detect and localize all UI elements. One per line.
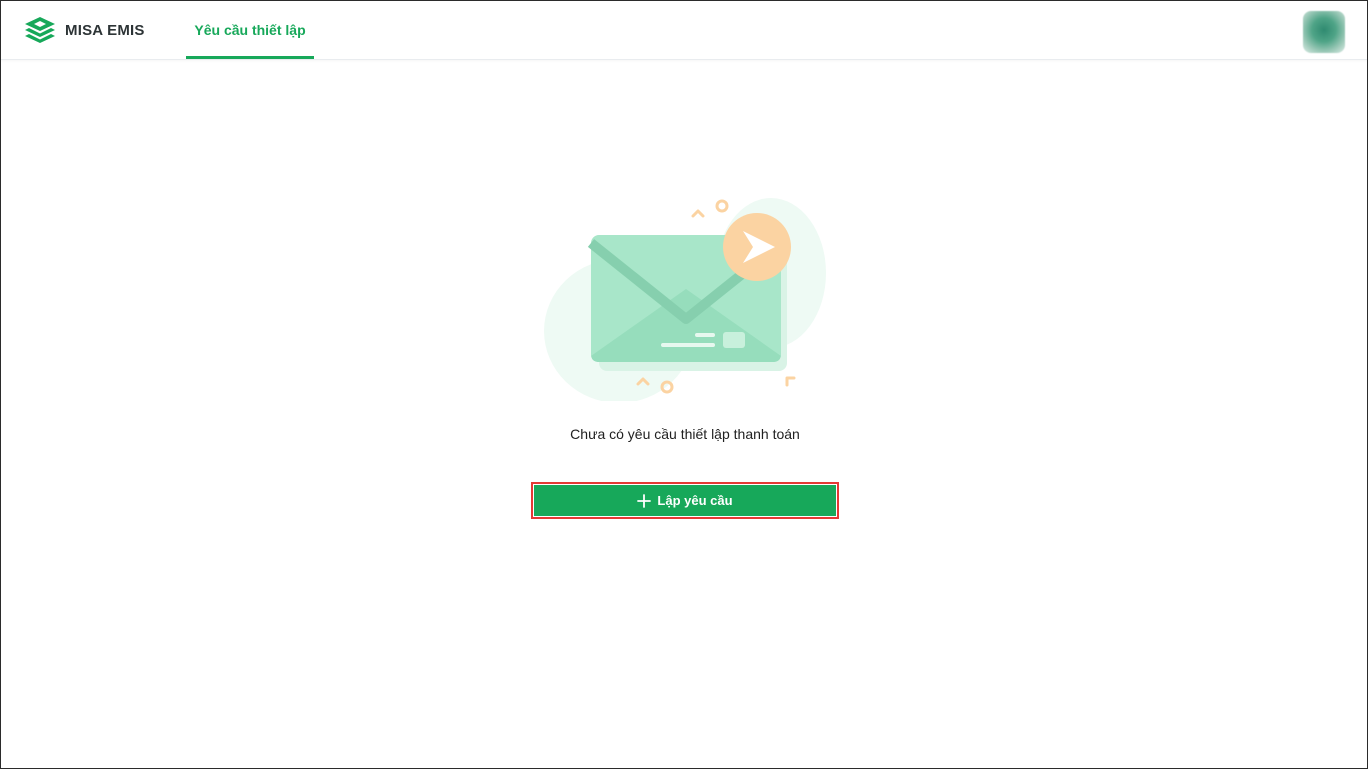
brand-logo-link[interactable]: MISA EMIS (23, 15, 145, 45)
create-request-label: Lập yêu cầu (657, 493, 733, 508)
tab-label: Yêu cầu thiết lập (194, 22, 306, 38)
tab-setup-requests[interactable]: Yêu cầu thiết lập (186, 1, 314, 59)
app-window: MISA EMIS Yêu cầu thiết lập Chưa có yêu … (0, 0, 1368, 769)
create-request-button[interactable]: Lập yêu cầu (531, 482, 839, 519)
plus-icon (637, 493, 652, 508)
user-avatar[interactable] (1303, 11, 1345, 53)
brand-name: MISA EMIS (65, 21, 145, 39)
active-tab-indicator (186, 56, 314, 59)
create-request-button-body[interactable]: Lập yêu cầu (534, 485, 836, 516)
top-navigation-bar: MISA EMIS Yêu cầu thiết lập (1, 1, 1367, 60)
empty-state-message: Chưa có yêu cầu thiết lập thanh toán (570, 426, 800, 442)
envelope-send-icon (544, 198, 826, 401)
misa-logo-icon (25, 17, 55, 43)
